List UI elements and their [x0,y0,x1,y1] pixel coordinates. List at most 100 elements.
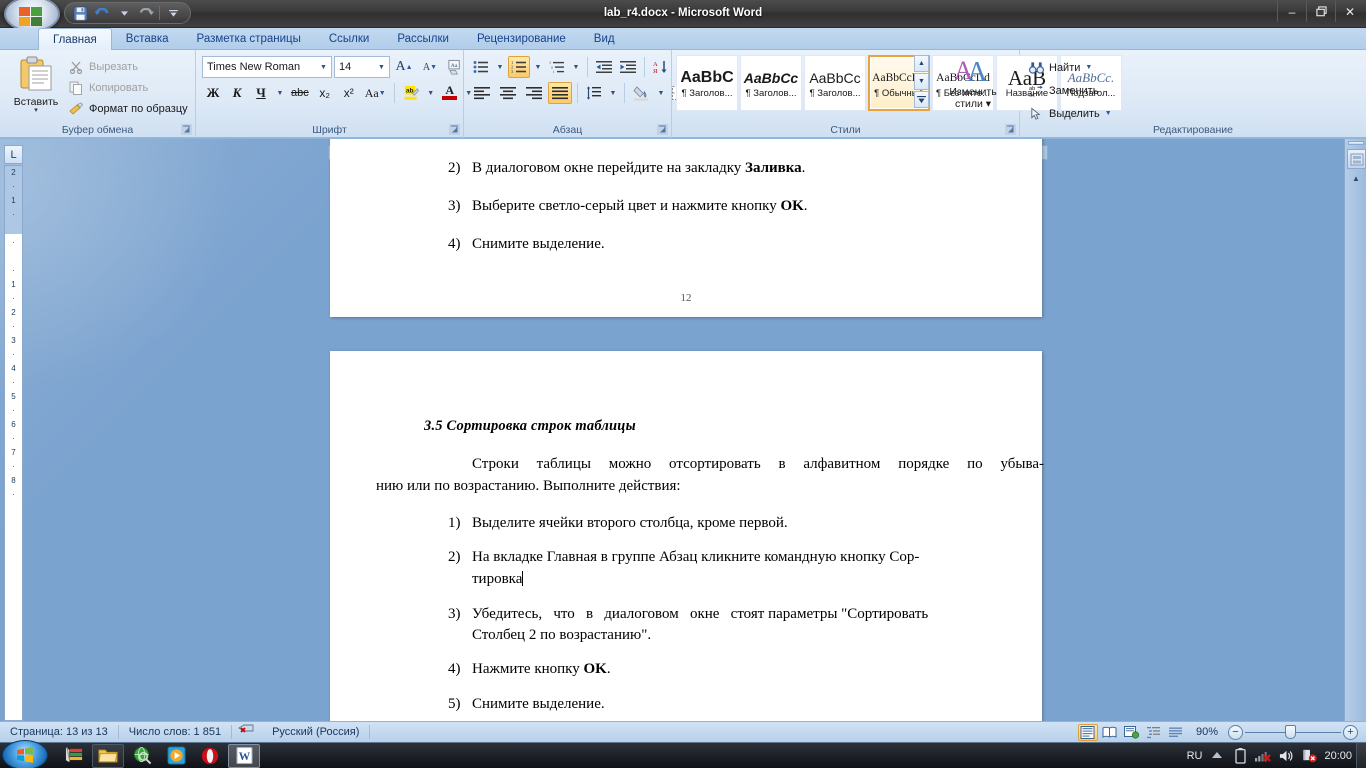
select-chevron-down-icon[interactable]: ▼ [1105,110,1112,117]
font-size-combo[interactable]: 14 ▼ [334,56,390,78]
start-button[interactable] [2,740,48,768]
multilevel-list-button[interactable]: 1 a i [546,56,568,78]
view-print-layout-button[interactable] [1077,723,1098,741]
undo-icon[interactable] [93,4,111,22]
select-button[interactable]: Выделить ▼ [1028,102,1112,125]
tray-language-indicator[interactable]: RU [1187,750,1203,762]
volume-icon[interactable] [1278,748,1294,764]
align-center-button[interactable] [496,82,520,104]
tab-insert[interactable]: Вставка [112,28,183,50]
underline-button[interactable]: Ч [250,82,272,104]
view-web-layout-button[interactable] [1122,724,1142,741]
tab-page-layout[interactable]: Разметка страницы [183,28,315,50]
search-globe-icon[interactable] [126,744,158,768]
numbering-chevron-down-icon[interactable]: ▼ [532,64,544,71]
zoom-level-label[interactable]: 90% [1188,726,1226,738]
document-page-previous[interactable]: 2) В диалоговом окне перейдите на заклад… [330,139,1042,317]
cut-button[interactable]: Вырезать [68,56,192,77]
style-item-heading1[interactable]: AaBbC ¶ Заголов... [676,55,738,111]
page-indicator[interactable]: Страница: 13 из 13 [0,722,118,743]
bullets-button[interactable] [470,56,492,78]
align-left-button[interactable] [470,82,494,104]
tab-review[interactable]: Рецензирование [463,28,580,50]
quick-access-toolbar[interactable] [64,2,191,24]
view-full-screen-reading-button[interactable] [1100,724,1120,741]
highlight-button[interactable]: ab [400,82,423,104]
document-page-current[interactable]: 3.5 Сортировка строк таблицы Строки табл… [330,351,1044,721]
view-draft-button[interactable] [1166,724,1186,741]
shrink-font-button[interactable]: A ▼ [418,56,442,78]
minimize-button[interactable]: – [1277,1,1306,22]
tab-mailings[interactable]: Рассылки [383,28,463,50]
subscript-button[interactable]: x₂ [314,82,336,104]
paragraph-dialog-launcher[interactable] [657,124,668,135]
underline-chevron-down-icon[interactable]: ▼ [274,90,286,97]
vertical-scrollbar[interactable]: ▲ [1344,139,1366,721]
style-item-heading2[interactable]: AaBbCc ¶ Заголов... [740,55,802,111]
zoom-out-button[interactable]: − [1228,724,1243,740]
highlight-chevron-down-icon[interactable]: ▼ [425,90,437,97]
word-document-icon[interactable]: W [228,743,260,768]
sort-button[interactable]: A Я [650,56,672,78]
paste-button[interactable]: Вставить ▾ [10,56,62,114]
decrease-indent-button[interactable] [593,56,615,78]
gallery-expand-button[interactable] [914,91,929,108]
copy-button[interactable]: Копировать [68,77,192,98]
language-indicator[interactable]: Русский (Россия) [262,722,369,743]
clipboard-dialog-launcher[interactable] [181,124,192,135]
font-color-button[interactable]: A [439,82,461,104]
restore-button[interactable] [1306,1,1335,22]
style-item-heading3[interactable]: AaBbCc ¶ Заголов... [804,55,866,111]
font-name-chevron-down-icon[interactable]: ▼ [316,64,331,71]
undo-dropdown-chevron-down-icon[interactable] [115,4,133,22]
save-icon[interactable] [71,4,89,22]
find-chevron-down-icon[interactable]: ▼ [1085,64,1092,71]
replace-button[interactable]: ab ac Заменить [1028,79,1112,102]
numbering-button[interactable]: 1 2 3 [508,56,530,78]
media-player-icon[interactable] [160,744,192,768]
opera-icon[interactable] [194,744,226,768]
word-count-indicator[interactable]: Число слов: 1 851 [119,722,231,743]
winrar-icon[interactable] [58,744,90,768]
styles-dialog-launcher[interactable] [1005,124,1016,135]
font-name-combo[interactable]: Times New Roman ▼ [202,56,332,78]
grow-font-button[interactable]: A ▲ [392,56,416,78]
paste-chevron-down-icon[interactable]: ▾ [10,107,62,114]
line-spacing-chevron-down-icon[interactable]: ▼ [607,90,619,97]
superscript-button[interactable]: x² [338,82,360,104]
network-disconnected-icon[interactable] [1255,748,1272,764]
file-explorer-icon[interactable] [92,743,124,768]
align-right-button[interactable] [522,82,546,104]
bullets-chevron-down-icon[interactable]: ▼ [494,64,506,71]
battery-icon[interactable] [1232,747,1248,764]
shading-chevron-down-icon[interactable]: ▼ [655,90,667,97]
zoom-in-button[interactable]: + [1343,724,1358,740]
close-button[interactable]: ✕ [1335,1,1364,22]
zoom-slider[interactable] [1245,724,1341,740]
show-hidden-icons-chevron-up-icon[interactable] [1209,748,1225,764]
scroll-up-button[interactable]: ▲ [1349,173,1363,183]
window-split-handle[interactable] [1347,149,1366,169]
tab-references[interactable]: Ссылки [315,28,384,50]
bold-button[interactable]: Ж [202,82,224,104]
tab-view[interactable]: Вид [580,28,629,50]
redo-icon[interactable] [137,4,155,22]
gallery-scroll-up-button[interactable]: ▲ [914,55,929,72]
line-spacing-button[interactable] [583,82,605,104]
customize-qat-chevron-down-icon[interactable] [164,4,182,22]
show-desktop-button[interactable] [1356,742,1366,768]
font-size-chevron-down-icon[interactable]: ▼ [374,64,389,71]
zoom-slider-thumb[interactable] [1285,725,1296,739]
shading-button[interactable] [630,82,653,104]
change-styles-button[interactable]: A A Изменить стили ▾ [935,54,1011,110]
format-painter-button[interactable]: Формат по образцу [68,98,192,119]
gallery-scroll-down-button[interactable]: ▼ [914,73,929,90]
tray-clock[interactable]: 20:00 [1324,750,1352,762]
increase-indent-button[interactable] [617,56,639,78]
view-outline-button[interactable] [1144,724,1164,741]
tab-home[interactable]: Главная [38,28,112,50]
change-case-button[interactable]: Aa ▼ [362,82,389,104]
italic-button[interactable]: К [226,82,248,104]
action-center-alert-icon[interactable] [1301,748,1317,764]
find-button[interactable]: Найти ▼ [1028,56,1112,79]
